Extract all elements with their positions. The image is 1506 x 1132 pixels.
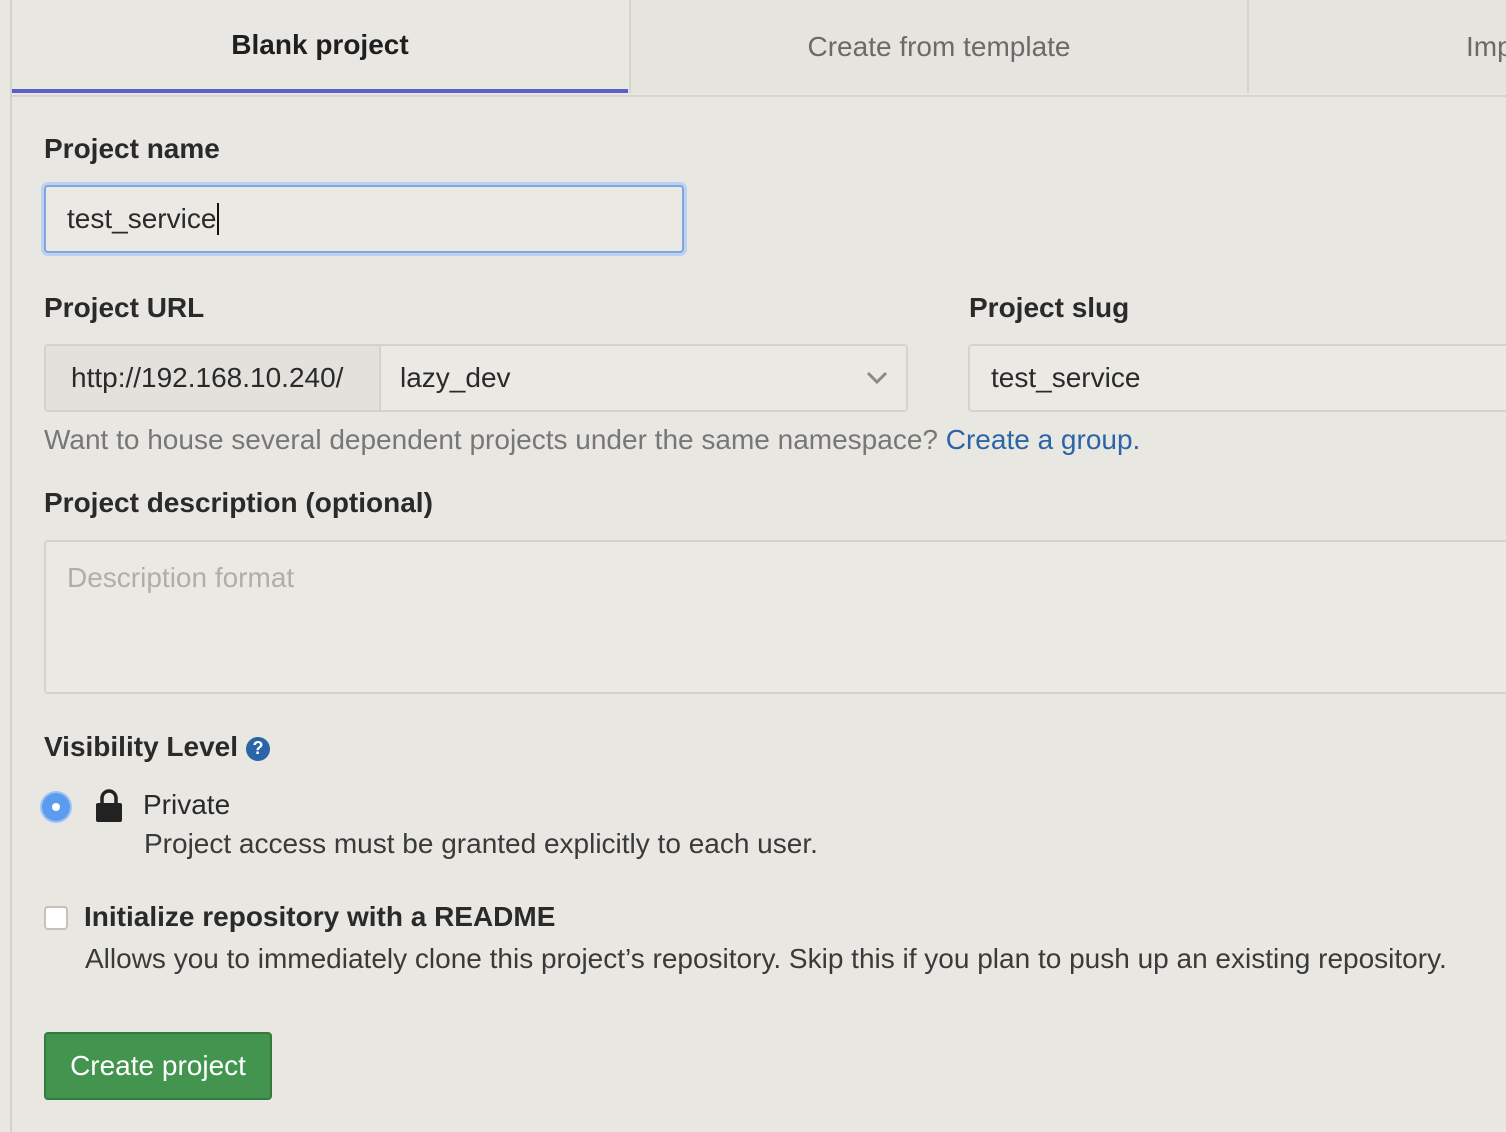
visibility-label-text: Visibility Level: [44, 731, 239, 762]
radio-dot: [52, 803, 60, 811]
namespace-hint: Want to house several dependent projects…: [44, 424, 1140, 456]
namespace-value: lazy_dev: [400, 362, 511, 393]
visibility-label: Visibility Level?: [44, 731, 271, 763]
text-caret: [217, 203, 220, 235]
project-slug-label: Project slug: [969, 292, 1130, 323]
description-textarea[interactable]: Description format: [44, 540, 1506, 694]
project-tabs: Blank project Create from template Imp: [12, 0, 1506, 97]
project-slug-value: test_service: [991, 362, 1141, 393]
tab-blank-project[interactable]: Blank project: [12, 0, 628, 93]
help-icon[interactable]: ?: [246, 736, 271, 761]
description-label: Project description (optional): [44, 487, 433, 518]
project-url-label: Project URL: [44, 292, 205, 323]
visibility-private-description: Project access must be granted explicitl…: [144, 828, 818, 859]
chevron-down-icon: [866, 371, 888, 385]
readme-label: Initialize repository with a README: [84, 901, 556, 932]
project-url-group: http://192.168.10.240/ lazy_dev: [44, 344, 908, 412]
create-group-link[interactable]: Create a group.: [946, 424, 1141, 455]
project-slug-input[interactable]: test_service: [968, 344, 1506, 412]
project-name-label: Project name: [44, 133, 220, 164]
left-border: [10, 0, 12, 1132]
url-prefix: http://192.168.10.240/: [46, 346, 381, 410]
project-name-value: test_service: [67, 203, 217, 234]
readme-checkbox[interactable]: [44, 906, 68, 930]
tab-import-project[interactable]: Imp: [1247, 0, 1506, 93]
namespace-select[interactable]: lazy_dev: [381, 346, 906, 410]
tab-create-from-template[interactable]: Create from template: [629, 0, 1247, 93]
lock-icon: [96, 789, 122, 822]
create-project-button[interactable]: Create project: [44, 1032, 272, 1100]
readme-description: Allows you to immediately clone this pro…: [85, 943, 1447, 974]
visibility-private-radio[interactable]: [42, 793, 70, 821]
project-name-input[interactable]: test_service: [44, 185, 684, 253]
namespace-hint-text: Want to house several dependent projects…: [44, 424, 938, 455]
visibility-private-label: Private: [143, 789, 231, 820]
